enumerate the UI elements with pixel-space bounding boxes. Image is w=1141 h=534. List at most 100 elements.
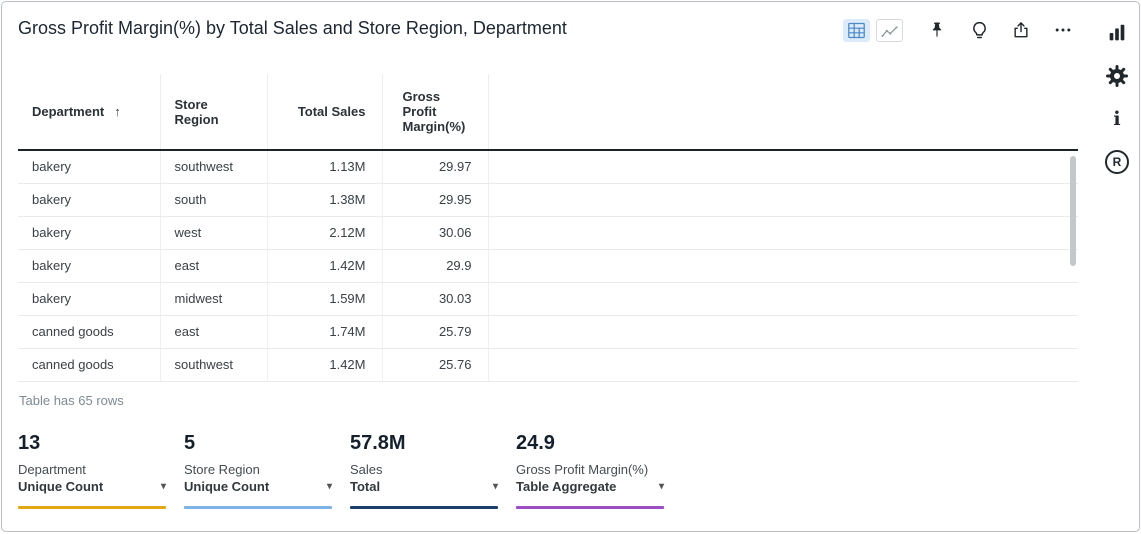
kpi-label: Department — [18, 462, 184, 478]
table-row[interactable]: canned goods east 1.74M 25.79 — [18, 315, 1078, 348]
table-header-row: Department↑ Store Region Total Sales Gro… — [18, 74, 1078, 150]
chevron-down-icon: ▾ — [327, 479, 332, 495]
kpi-label: Sales — [350, 462, 516, 478]
kpi-underline — [18, 506, 166, 509]
settings-gear-icon — [1105, 64, 1129, 88]
column-header-gross-margin[interactable]: Gross Profit Margin(%) — [382, 74, 488, 150]
table-cell-filler — [488, 150, 1078, 183]
kpi-value: 57.8M — [350, 432, 516, 454]
cell-total-sales: 2.12M — [267, 216, 382, 249]
line-chart-icon — [880, 22, 899, 39]
cell-gross-margin: 25.79 — [382, 315, 488, 348]
kpi-underline — [516, 506, 664, 509]
cell-gross-margin: 30.06 — [382, 216, 488, 249]
cell-total-sales: 1.74M — [267, 315, 382, 348]
chevron-down-icon: ▾ — [161, 479, 166, 495]
kpi-value: 24.9 — [516, 432, 682, 454]
ellipsis-icon — [1053, 20, 1073, 40]
kpi-aggregate-dropdown[interactable]: Unique Count ▾ — [18, 479, 166, 495]
cell-store-region: east — [160, 249, 267, 282]
cell-gross-margin: 25.76 — [382, 348, 488, 381]
kpi-label: Store Region — [184, 462, 350, 478]
kpi-label: Gross Profit Margin(%) — [516, 462, 682, 478]
cell-gross-margin: 29.95 — [382, 183, 488, 216]
insights-button[interactable] — [967, 18, 991, 42]
brand-logo-button[interactable]: R — [1104, 149, 1130, 175]
table-row[interactable]: canned goods southwest 1.42M 25.76 — [18, 348, 1078, 381]
kpi-store-region: 5 Store Region Unique Count ▾ — [184, 432, 350, 509]
dashboard-card: Gross Profit Margin(%) by Total Sales an… — [1, 1, 1140, 532]
column-header-store-region[interactable]: Store Region — [160, 74, 267, 150]
kpi-underline — [350, 506, 498, 509]
kpi-aggregate-dropdown[interactable]: Table Aggregate ▾ — [516, 479, 664, 495]
table-row[interactable]: bakery south 1.38M 29.95 — [18, 183, 1078, 216]
toolbar — [843, 18, 1075, 42]
column-header-department[interactable]: Department↑ — [18, 74, 160, 150]
column-header-total-sales[interactable]: Total Sales — [267, 74, 382, 150]
pin-button[interactable] — [925, 18, 949, 42]
cell-gross-margin: 29.97 — [382, 150, 488, 183]
kpi-aggregate-dropdown[interactable]: Total ▾ — [350, 479, 498, 495]
kpi-underline — [184, 506, 332, 509]
sort-ascending-icon: ↑ — [114, 104, 121, 119]
cell-store-region: east — [160, 315, 267, 348]
table-cell-filler — [488, 249, 1078, 282]
brand-logo-icon: R — [1105, 150, 1129, 174]
table-row[interactable]: bakery west 2.12M 30.06 — [18, 216, 1078, 249]
cell-store-region: southwest — [160, 348, 267, 381]
table-grid-icon — [847, 22, 866, 39]
kpi-value: 5 — [184, 432, 350, 454]
table-row[interactable]: bakery midwest 1.59M 30.03 — [18, 282, 1078, 315]
kpi-sales: 57.8M Sales Total ▾ — [350, 432, 516, 509]
table-scrollbar[interactable] — [1070, 156, 1076, 266]
kpi-value: 13 — [18, 432, 184, 454]
cell-department: bakery — [18, 183, 160, 216]
table-cell-filler — [488, 348, 1078, 381]
visuals-button[interactable] — [1104, 20, 1130, 46]
chart-view-button[interactable] — [876, 19, 903, 42]
cell-gross-margin: 29.9 — [382, 249, 488, 282]
info-icon: i — [1113, 108, 1120, 130]
table-view-button[interactable] — [843, 19, 870, 42]
cell-store-region: midwest — [160, 282, 267, 315]
cell-total-sales: 1.42M — [267, 348, 382, 381]
pin-icon — [927, 20, 947, 40]
cell-department: bakery — [18, 150, 160, 183]
lightbulb-icon — [969, 20, 990, 41]
view-toggle — [843, 19, 903, 42]
bar-chart-icon — [1106, 22, 1128, 44]
page-title: Gross Profit Margin(%) by Total Sales an… — [18, 18, 567, 39]
column-header-filler — [488, 74, 1078, 150]
cell-total-sales: 1.42M — [267, 249, 382, 282]
cell-total-sales: 1.38M — [267, 183, 382, 216]
kpi-gross-margin: 24.9 Gross Profit Margin(%) Table Aggreg… — [516, 432, 682, 509]
cell-gross-margin: 30.03 — [382, 282, 488, 315]
export-button[interactable] — [1009, 18, 1033, 42]
cell-department: bakery — [18, 249, 160, 282]
table-cell-filler — [488, 282, 1078, 315]
cell-store-region: west — [160, 216, 267, 249]
kpi-aggregate-dropdown[interactable]: Unique Count ▾ — [184, 479, 332, 495]
kpi-row: 13 Department Unique Count ▾ 5 Store Reg… — [18, 432, 682, 509]
cell-department: bakery — [18, 216, 160, 249]
cell-department: bakery — [18, 282, 160, 315]
cell-total-sales: 1.13M — [267, 150, 382, 183]
settings-button[interactable] — [1104, 63, 1130, 89]
cell-total-sales: 1.59M — [267, 282, 382, 315]
table-cell-filler — [488, 315, 1078, 348]
cell-store-region: south — [160, 183, 267, 216]
chevron-down-icon: ▾ — [493, 479, 498, 495]
cell-store-region: southwest — [160, 150, 267, 183]
chevron-down-icon: ▾ — [659, 479, 664, 495]
more-options-button[interactable] — [1051, 18, 1075, 42]
kpi-department: 13 Department Unique Count ▾ — [18, 432, 184, 509]
table-row[interactable]: bakery east 1.42M 29.9 — [18, 249, 1078, 282]
table-cell-filler — [488, 216, 1078, 249]
right-sidebar: i R — [1102, 20, 1132, 175]
table-row-count: Table has 65 rows — [19, 393, 124, 408]
info-button[interactable]: i — [1104, 106, 1130, 132]
table-row[interactable]: bakery southwest 1.13M 29.97 — [18, 150, 1078, 183]
data-table: Department↑ Store Region Total Sales Gro… — [18, 74, 1078, 382]
table-cell-filler — [488, 183, 1078, 216]
cell-department: canned goods — [18, 315, 160, 348]
